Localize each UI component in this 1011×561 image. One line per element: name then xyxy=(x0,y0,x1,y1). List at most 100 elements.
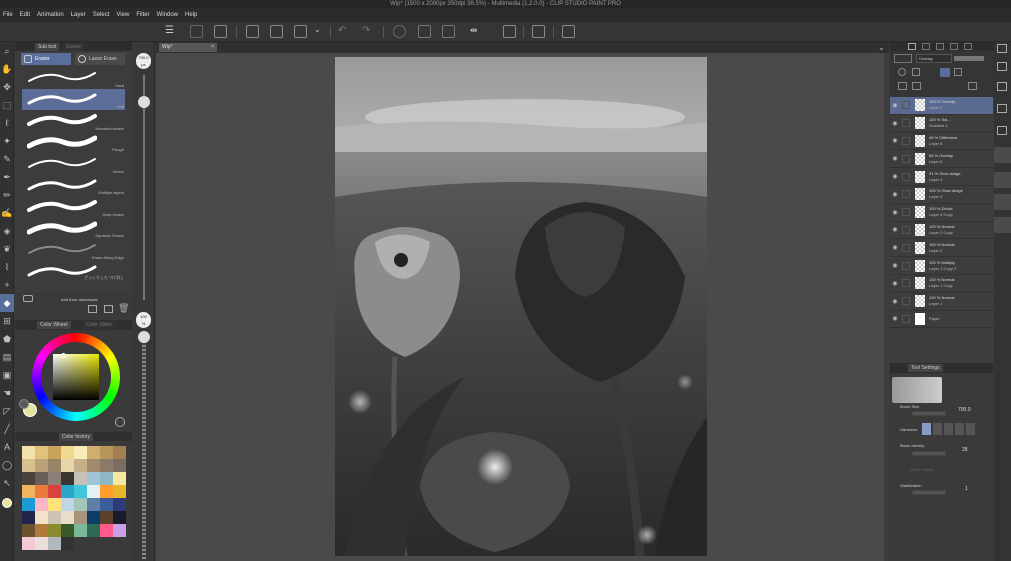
brush-item[interactable]: Snap eraser xyxy=(22,196,125,218)
pen-tool-icon[interactable]: ✒ xyxy=(0,168,14,186)
chevron-down-icon[interactable]: ⌄ xyxy=(878,43,885,52)
color-swatch[interactable] xyxy=(22,446,35,459)
download-icon[interactable] xyxy=(23,295,33,302)
reference-icon[interactable] xyxy=(912,68,920,76)
saturation-value-square[interactable] xyxy=(53,354,99,400)
layer-row[interactable]: ◉ 100 % Normal Layer 1 xyxy=(890,293,993,311)
color-swatch[interactable] xyxy=(22,459,35,472)
size-slider-handle[interactable] xyxy=(138,96,150,108)
color-swatch[interactable] xyxy=(87,511,100,524)
color-swatch[interactable] xyxy=(35,498,48,511)
lock-icon[interactable] xyxy=(940,68,950,77)
color-swatch[interactable] xyxy=(61,446,74,459)
eyedropper-icon[interactable]: ✎ xyxy=(0,150,14,168)
clip-studio-assets-icon[interactable] xyxy=(214,25,227,38)
color-swatch[interactable] xyxy=(113,485,126,498)
fill-tool-icon[interactable]: ⬟ xyxy=(0,330,14,348)
new-vector-layer-icon[interactable] xyxy=(912,82,921,90)
clear-icon[interactable] xyxy=(418,25,431,38)
menu-help[interactable]: Help xyxy=(185,12,197,18)
tab-eraser-group[interactable]: Eraser xyxy=(21,53,71,65)
deselect-icon[interactable] xyxy=(393,25,406,38)
hamburger-menu-icon[interactable]: ☰ xyxy=(165,25,178,38)
balloon-tool-icon[interactable]: ◯ xyxy=(0,456,14,474)
add-from-downloads-label[interactable]: Add from downloads xyxy=(61,297,97,302)
main-color-swatch[interactable] xyxy=(0,492,14,514)
tab-color-wheel[interactable]: Color Wheel xyxy=(37,321,71,329)
frame-tool-icon[interactable]: ▣ xyxy=(0,366,14,384)
color-swatch[interactable] xyxy=(35,446,48,459)
brush-size-slider[interactable] xyxy=(912,411,946,416)
stabilization-value[interactable]: 1 xyxy=(965,486,968,492)
text-tool-icon[interactable]: A xyxy=(0,438,14,456)
eye-icon[interactable]: ◉ xyxy=(890,155,900,162)
color-swatch[interactable] xyxy=(61,459,74,472)
layer-lock-toggle[interactable] xyxy=(902,225,910,234)
color-swatch[interactable] xyxy=(87,446,100,459)
menu-view[interactable]: View xyxy=(116,12,129,18)
sub-color-circle[interactable] xyxy=(19,399,29,409)
size-slider-track[interactable] xyxy=(143,75,145,300)
eye-icon[interactable]: ◉ xyxy=(890,209,900,216)
color-swatch[interactable] xyxy=(61,472,74,485)
color-swatch[interactable] xyxy=(35,524,48,537)
hardness-step-3[interactable] xyxy=(944,423,953,435)
brush-item[interactable]: Rough xyxy=(22,132,125,154)
color-swatch[interactable] xyxy=(87,498,100,511)
opacity-slider-handle[interactable] xyxy=(138,331,150,343)
help-icon[interactable] xyxy=(532,25,545,38)
color-picker-handle[interactable] xyxy=(61,353,66,358)
color-swatch[interactable] xyxy=(113,511,126,524)
clip-studio-icon[interactable] xyxy=(190,25,203,38)
color-swatch[interactable] xyxy=(74,459,87,472)
color-swatch[interactable] xyxy=(87,524,100,537)
color-swatch[interactable] xyxy=(100,485,113,498)
save-icon[interactable] xyxy=(294,25,307,38)
canvas-scrollbar[interactable] xyxy=(884,53,889,561)
material-folder-icon[interactable] xyxy=(994,194,1011,210)
settings-icon[interactable] xyxy=(562,25,575,38)
brush-tool-icon[interactable]: ✍ xyxy=(0,204,14,222)
color-swatch[interactable] xyxy=(61,511,74,524)
move-tool-icon[interactable]: ✥ xyxy=(0,78,14,96)
new-layer-icon[interactable] xyxy=(898,82,907,90)
layer-row[interactable]: ◉ 31 % Glow dodge Layer 4 xyxy=(890,168,993,186)
animation-tab-icon[interactable] xyxy=(964,43,972,50)
material-tab-icon[interactable] xyxy=(997,126,1007,135)
ruler-tool-icon[interactable]: ◸ xyxy=(0,402,14,420)
brush-item[interactable]: ざっくりしたつけ消し xyxy=(22,261,125,283)
color-swatch[interactable] xyxy=(22,485,35,498)
new-file-icon[interactable] xyxy=(246,25,259,38)
layer-row[interactable]: ◉ 100 % Normal Layer 2 xyxy=(890,239,993,258)
canvas-artwork[interactable] xyxy=(335,57,707,556)
color-swatch[interactable] xyxy=(48,524,61,537)
menu-file[interactable]: File xyxy=(3,12,13,18)
hardness-step-4[interactable] xyxy=(955,423,964,435)
color-swatch[interactable] xyxy=(22,537,35,550)
color-swatch[interactable] xyxy=(74,446,87,459)
color-swatch[interactable] xyxy=(100,472,113,485)
duplicate-subtool-icon[interactable] xyxy=(104,305,113,313)
menu-edit[interactable]: Edit xyxy=(20,12,30,18)
color-swatch[interactable] xyxy=(100,459,113,472)
eye-icon[interactable]: ◉ xyxy=(890,120,900,127)
color-swatch[interactable] xyxy=(48,498,61,511)
tab-sub-tool[interactable]: Sub tool xyxy=(35,42,60,51)
layer-row[interactable]: ◉ 100 % Sol... Gradient 1 xyxy=(890,115,993,133)
hand-tool-icon[interactable]: ✋ xyxy=(0,60,14,78)
airbrush-tool-icon[interactable]: ◈ xyxy=(0,222,14,240)
tab-color-slider[interactable]: Color Slider xyxy=(83,321,116,329)
color-swatch[interactable] xyxy=(35,485,48,498)
color-swatch[interactable] xyxy=(74,511,87,524)
layer-row[interactable]: ◉ 100 % Multiply Layer 1 Copy 2 xyxy=(890,257,993,275)
brush-item[interactable]: Vector xyxy=(22,153,125,175)
grid-tool-icon[interactable]: ⊞ xyxy=(0,312,14,330)
layer-row[interactable]: ◉ Paper xyxy=(890,311,993,329)
color-swatch[interactable] xyxy=(87,485,100,498)
eye-icon[interactable]: ◉ xyxy=(890,173,900,180)
color-swatch[interactable] xyxy=(35,472,48,485)
brush-item[interactable]: Erase Along Edge xyxy=(22,239,125,261)
chevron-down-icon[interactable]: ⌄ xyxy=(314,25,327,38)
clip-icon[interactable] xyxy=(898,68,906,76)
stabilization-slider[interactable] xyxy=(912,490,946,495)
